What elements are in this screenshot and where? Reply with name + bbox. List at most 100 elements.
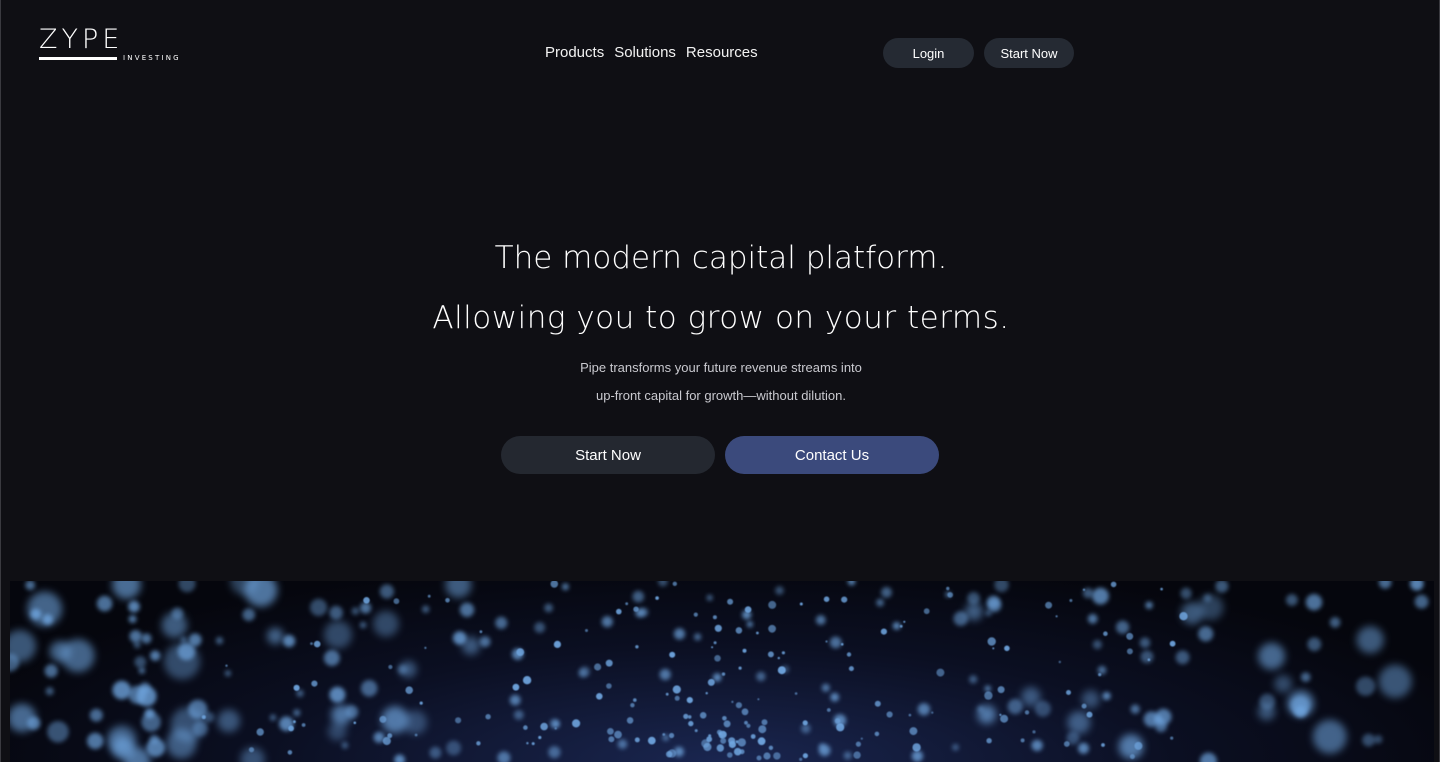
particle-dot [647,736,656,745]
particle-dot [992,647,995,650]
particle-dot [674,695,680,701]
particle-dot [516,648,525,656]
particle-dot [1110,581,1117,588]
particle-dot [455,717,462,724]
particle-dot [876,598,884,607]
particle-dot [626,717,634,724]
particle-dot [1130,704,1140,714]
particle-dot [669,732,675,739]
particle-dot [594,663,602,671]
particle-dot [768,745,774,750]
particle-dot [694,633,702,641]
particle-dot [1356,626,1384,654]
particle-dot [379,584,394,599]
particle-dot [133,641,141,649]
particle-dot [673,628,686,640]
particle-dot [737,738,746,747]
particle-dot [946,586,950,591]
particle-dot [727,752,733,758]
particle-dot [662,733,666,736]
particle-dot [419,701,423,705]
particle-dot [999,713,1002,716]
particle-dot [1055,615,1058,618]
particle-dot [818,744,831,757]
particle-dot [459,602,475,617]
page: ZYPE INVESTING Products Solutions Resour… [0,0,1440,762]
particle-dot [667,749,677,758]
particle-dot [1356,676,1376,696]
particle-dot [1078,742,1089,754]
particle-dot [146,738,165,757]
particle-dot [687,715,692,719]
particle-dot [188,633,202,647]
particle-dot [360,680,378,697]
particle-dot [794,692,798,695]
particle-dot [1101,743,1105,747]
particle-dot [728,740,737,749]
nav-link-products[interactable]: Products [545,44,604,62]
particle-dot [994,581,1009,593]
hero-title: The modern capital platform. [494,240,948,276]
particle-dot [1069,599,1073,602]
particle-dot [834,718,841,724]
particle-dot [860,737,863,740]
particle-dot [705,692,708,695]
particle-dot [953,611,969,626]
particle-dot [1031,739,1043,752]
particle-dot [909,727,918,736]
particle-dot [688,720,694,727]
particle-dot [373,610,399,637]
particle-dot [1103,631,1108,636]
nav-link-resources[interactable]: Resources [686,44,758,62]
particle-dot [445,581,472,598]
particle-dot [802,720,808,726]
particle-dot [823,596,830,602]
particle-dot [1378,664,1412,698]
particle-dot [549,718,560,729]
particle-dot [711,646,714,649]
particle-dot [452,631,467,645]
particle-dot [997,686,1005,694]
logo-underline [39,57,117,60]
particle-dot [267,627,284,645]
particle-dot [757,698,760,701]
particle-dot [178,581,196,593]
particle-dot [554,727,557,730]
particle-dot [601,616,613,628]
particle-dot [757,737,766,746]
particle-dot [531,742,535,746]
particle-dot [283,634,296,648]
particle-dot [1034,700,1051,717]
particle-dot [853,751,861,759]
nav-link-solutions[interactable]: Solutions [614,44,676,62]
contact-us-button[interactable]: Contact Us [725,436,939,474]
login-button[interactable]: Login [883,38,974,68]
particle-dot [1169,640,1176,647]
particle-dot [625,602,629,606]
particle-dot [733,747,742,756]
particle-dot [768,624,776,633]
particle-dot [171,607,184,620]
particle-dot [1170,736,1174,740]
particle-dot [129,630,142,643]
particle-dot [394,754,405,762]
particle-dot [323,650,340,666]
particle-dot [634,737,640,743]
particle-dot [836,723,845,732]
particle-dot [669,651,676,658]
particle-dot [217,709,241,733]
particle-dot [608,736,615,743]
particle-dot [693,612,698,617]
particle-dot [984,685,991,692]
particle-dot [585,629,588,632]
particle-dot [694,729,698,733]
particle-dot [931,711,934,714]
brand-logo[interactable]: ZYPE INVESTING [39,26,189,66]
hero-start-now-button[interactable]: Start Now [501,436,715,474]
particle-dot [722,716,727,721]
particle-dot [534,622,546,633]
header-start-now-button[interactable]: Start Now [984,38,1074,68]
particle-dot [548,746,561,759]
particle-dot [686,697,693,704]
particle-dot [881,587,892,598]
